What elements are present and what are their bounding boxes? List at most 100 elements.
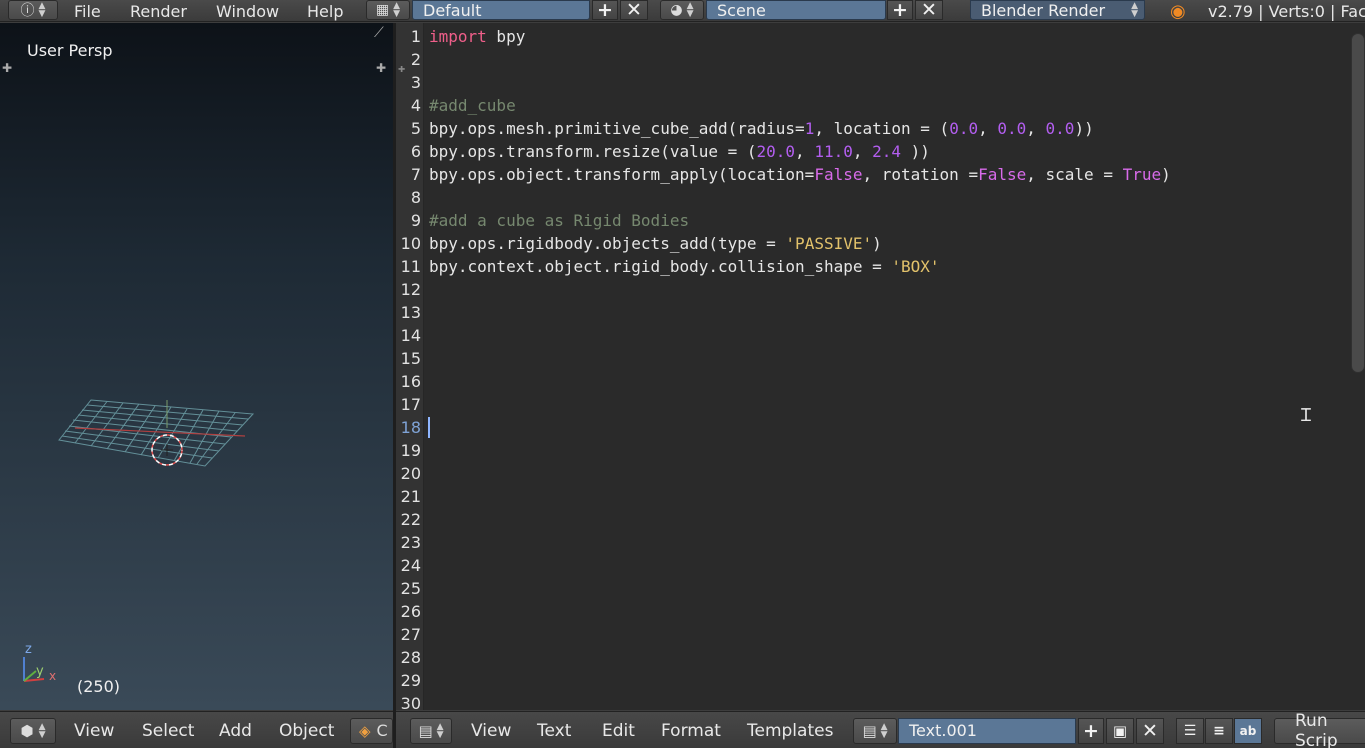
menu-window[interactable]: Window [216, 0, 279, 22]
code-line[interactable]: 16 [396, 370, 1336, 393]
run-script-button[interactable]: Run Scrip [1274, 711, 1365, 748]
code-token: #add a cube as Rigid Bodies [429, 211, 690, 230]
code-token: , [795, 142, 815, 161]
corner-plus-icon[interactable]: ✚ [376, 61, 386, 75]
code-line[interactable]: 23 [396, 531, 1336, 554]
code-text: bpy.ops.transform.resize(value = (20.0, … [429, 140, 930, 163]
scene-browse-button[interactable]: ◕ ▲ ▼ [660, 0, 704, 20]
code-line[interactable]: 21 [396, 485, 1336, 508]
toggle-syntax-highlight-button[interactable]: ab [1234, 717, 1262, 744]
code-line[interactable]: 25 [396, 577, 1336, 600]
menu-view[interactable]: View [471, 712, 511, 748]
editor-type-button[interactable]: ▤ ▲ ▼ [410, 717, 452, 744]
line-number: 30 [400, 694, 421, 710]
layout-browse-button[interactable]: ▦ ▲ ▼ [366, 0, 410, 20]
line-number: 17 [400, 395, 421, 414]
code-token: #add_cube [429, 96, 516, 115]
corner-plus-icon[interactable]: ✚ [398, 61, 405, 75]
delete-layout-button[interactable]: ✕ [620, 0, 648, 21]
open-text-button[interactable]: ▣ [1106, 717, 1134, 744]
unlink-text-button[interactable]: ✕ [1136, 717, 1164, 744]
code-token: bpy [486, 27, 526, 46]
code-line[interactable]: 1 import bpy [396, 25, 1336, 48]
scene-name-field[interactable]: Scene [706, 0, 886, 20]
object-mode-icon: ◈ [359, 721, 371, 740]
code-token: bpy.ops.mesh.primitive_cube_add(radius= [429, 119, 805, 138]
code-line[interactable]: 14 [396, 324, 1336, 347]
line-number: 14 [400, 326, 421, 345]
code-line[interactable]: 2 [396, 48, 1336, 71]
code-line[interactable]: 11 bpy.context.object.rigid_body.collisio… [396, 255, 1336, 278]
render-engine-label: Blender Render [981, 0, 1106, 20]
code-line[interactable]: 15 [396, 347, 1336, 370]
editor-type-button[interactable]: ⓘ ▲ ▼ [8, 0, 58, 20]
code-line[interactable]: 5 bpy.ops.mesh.primitive_cube_add(radius=… [396, 117, 1336, 140]
line-number: 1 [410, 27, 421, 46]
menu-file[interactable]: File [74, 0, 101, 22]
code-line[interactable]: 18 [396, 416, 1336, 439]
menu-select[interactable]: Select [142, 712, 194, 748]
code-token: , [1026, 119, 1046, 138]
vertical-scrollbar[interactable] [1351, 33, 1365, 373]
code-line[interactable]: 6 bpy.ops.transform.resize(value = (20.0,… [396, 140, 1336, 163]
code-token: False [814, 165, 863, 184]
code-line[interactable]: 12 [396, 278, 1336, 301]
code-line[interactable]: 26 [396, 600, 1336, 623]
menu-edit[interactable]: Edit [602, 712, 635, 748]
add-scene-button[interactable]: + [887, 0, 913, 21]
code-text: import bpy [429, 25, 525, 48]
code-line[interactable]: 24 [396, 554, 1336, 577]
menu-format[interactable]: Format [661, 712, 721, 748]
render-engine-select[interactable]: Blender Render ▲ ▼ [970, 0, 1145, 20]
editor-type-button[interactable]: ⬢ ▲ ▼ [10, 717, 56, 744]
menu-render[interactable]: Render [130, 0, 187, 22]
dropdown-arrows-icon: ▲ ▼ [393, 1, 401, 19]
menu-templates[interactable]: Templates [747, 712, 833, 748]
code-line[interactable]: 8 [396, 186, 1336, 209]
code-line[interactable]: 10 bpy.ops.rigidbody.objects_add(type = '… [396, 232, 1336, 255]
text-editor[interactable]: 1 import bpy 2 3 4 #add_cube 5 bpy.ops.mesh.pri… [396, 23, 1365, 710]
menu-add[interactable]: Add [219, 712, 252, 748]
line-number: 6 [410, 142, 421, 161]
toggle-line-numbers-button[interactable]: ☰ [1176, 717, 1204, 744]
code-line[interactable]: 9 #add a cube as Rigid Bodies [396, 209, 1336, 232]
code-line[interactable]: 27 [396, 623, 1336, 646]
corner-plus-icon[interactable]: ✚ [2, 61, 12, 75]
3d-viewport[interactable]: User Persp ✚ ✚ ⟋ z y x (250) [0, 23, 393, 710]
text-name-field[interactable]: Text.001 [898, 717, 1076, 744]
layout-name-field[interactable]: Default [412, 0, 590, 20]
line-number: 27 [400, 625, 421, 644]
code-line[interactable]: 4 #add_cube [396, 94, 1336, 117]
text-browse-button[interactable]: ▤ ▲ ▼ [853, 717, 897, 744]
code-line[interactable]: 17 [396, 393, 1336, 416]
menu-text[interactable]: Text [537, 712, 571, 748]
code-token: bpy.context.object.rigid_body.collision_… [429, 257, 892, 276]
corner-hatch-icon[interactable]: ⟋ [374, 25, 384, 41]
code-line[interactable]: 28 [396, 646, 1336, 669]
line-number: 28 [400, 648, 421, 667]
line-number: 5 [410, 119, 421, 138]
code-line[interactable]: 22 [396, 508, 1336, 531]
code-line[interactable]: 13 [396, 301, 1336, 324]
code-line[interactable]: 30 [396, 692, 1336, 710]
menu-help[interactable]: Help [307, 0, 343, 22]
code-token: 'BOX' [891, 257, 940, 276]
menu-view[interactable]: View [74, 712, 114, 748]
add-layout-button[interactable]: + [592, 0, 618, 21]
line-number: 15 [400, 349, 421, 368]
code-line[interactable]: 29 [396, 669, 1336, 692]
mode-select[interactable]: ◈ C [350, 717, 393, 744]
delete-scene-button[interactable]: ✕ [915, 0, 943, 21]
word-wrap-icon: ≡ [1213, 722, 1225, 739]
new-text-button[interactable]: + [1078, 717, 1104, 744]
code-line[interactable]: 19 [396, 439, 1336, 462]
code-token: 1 [804, 119, 815, 138]
line-number: 23 [400, 533, 421, 552]
toggle-word-wrap-button[interactable]: ≡ [1205, 717, 1233, 744]
menu-object[interactable]: Object [279, 712, 334, 748]
code-line[interactable]: 20 [396, 462, 1336, 485]
line-number: 7 [410, 165, 421, 184]
info-header: ⓘ ▲ ▼ File Render Window Help ▦ ▲ ▼ Defaul… [0, 0, 1365, 22]
code-line[interactable]: 7 bpy.ops.object.transform_apply(location… [396, 163, 1336, 186]
code-line[interactable]: 3 [396, 71, 1336, 94]
